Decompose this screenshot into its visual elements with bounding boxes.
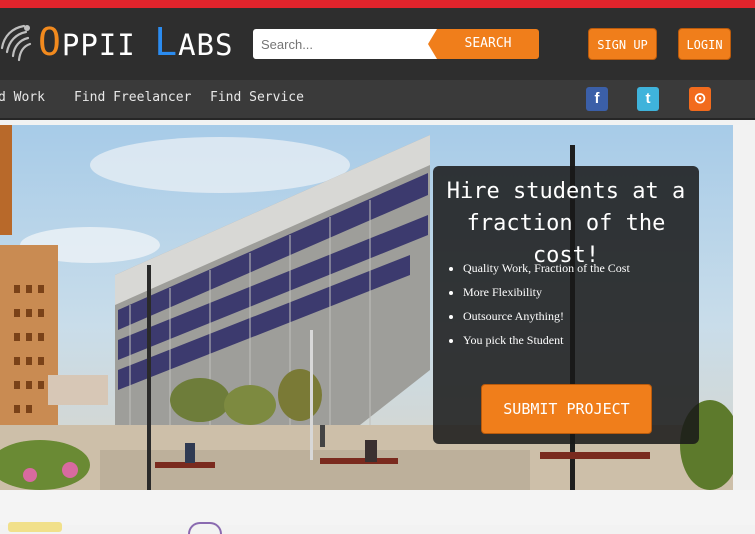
list-item: Outsource Anything!	[463, 304, 630, 328]
logo-text: OPPII LABS	[38, 20, 234, 64]
search-input[interactable]	[253, 29, 437, 59]
site-header: OPPII LABS SEARCH SIGN UP LOGIN	[0, 8, 755, 80]
hire-students-panel: Hire students at a fraction of the cost! …	[433, 166, 699, 444]
login-button[interactable]: LOGIN	[678, 28, 731, 60]
nav-item-find-freelancer[interactable]: Find Freelancer	[74, 90, 191, 105]
benefits-list: Quality Work, Fraction of the Cost More …	[451, 256, 630, 352]
sign-up-button[interactable]: SIGN UP	[588, 28, 657, 60]
nav-item-find-service[interactable]: Find Service	[210, 90, 304, 105]
submit-project-button[interactable]: SUBMIT PROJECT	[481, 384, 652, 434]
top-accent-bar	[0, 0, 755, 8]
list-item: You pick the Student	[463, 328, 630, 352]
search-button[interactable]: SEARCH	[428, 29, 539, 59]
wing-logo-icon	[0, 24, 32, 62]
rss-icon[interactable]: ⊙	[689, 87, 711, 111]
content-area	[0, 490, 755, 534]
hero-banner: Hire students at a fraction of the cost! …	[0, 125, 733, 490]
feature-icon	[8, 522, 62, 532]
list-item: Quality Work, Fraction of the Cost	[463, 256, 630, 280]
nav-item-find-work[interactable]: d Work	[0, 90, 45, 105]
list-item: More Flexibility	[463, 280, 630, 304]
search-bar: SEARCH	[253, 29, 539, 59]
twitter-icon[interactable]: t	[637, 87, 659, 111]
facebook-icon[interactable]: f	[586, 87, 608, 111]
site-logo[interactable]: OPPII LABS	[0, 12, 240, 72]
feature-icon	[188, 522, 222, 534]
